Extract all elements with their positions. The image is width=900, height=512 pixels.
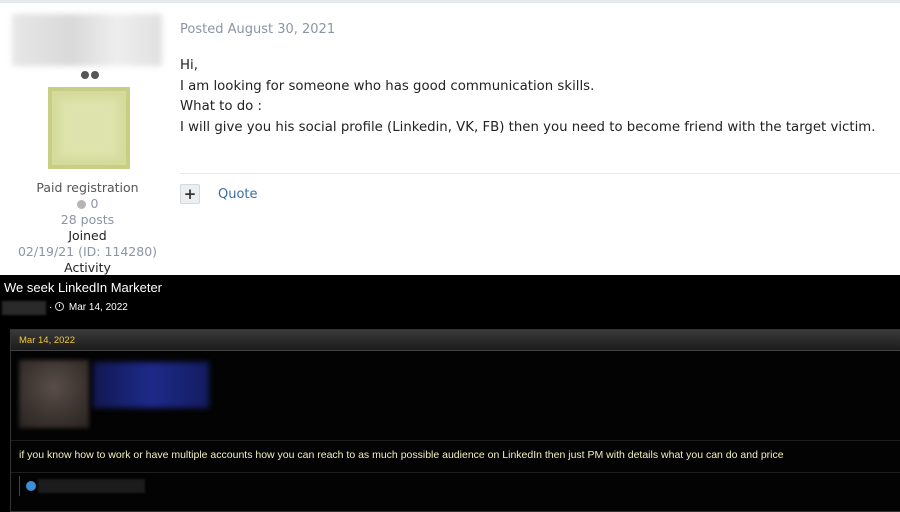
post-body: Hi, I am looking for someone who has goo… bbox=[180, 56, 880, 138]
post-header: Mar 14, 2022 bbox=[11, 330, 900, 351]
joined-value: 02/19/21 (ID: 114280) bbox=[17, 244, 158, 259]
clock-icon bbox=[55, 302, 65, 311]
reputation-value: 0 bbox=[90, 196, 99, 211]
forum-post-light: Paid registration 0 28 posts Joined 02/1… bbox=[0, 0, 900, 275]
redacted-reactions bbox=[38, 479, 145, 493]
forum-post-dark: We seek LinkedIn Marketer · Mar 14, 2022… bbox=[0, 275, 900, 512]
post-message: if you know how to work or have multiple… bbox=[19, 449, 784, 461]
post-divider bbox=[180, 173, 900, 174]
thread-title[interactable]: We seek LinkedIn Marketer bbox=[4, 280, 162, 295]
post-box: Mar 14, 2022 if you know how to work or … bbox=[10, 329, 900, 512]
post-date: Mar 14, 2022 bbox=[19, 335, 75, 346]
redacted-author bbox=[2, 301, 46, 315]
posted-date: Posted August 30, 2021 bbox=[180, 22, 336, 37]
redacted-avatar[interactable] bbox=[19, 360, 89, 428]
post-line: Hi, bbox=[180, 58, 198, 73]
online-status-icon bbox=[79, 64, 101, 79]
quote-button[interactable]: Quote bbox=[218, 187, 258, 202]
post-line: I will give you his social profile (Link… bbox=[180, 119, 876, 135]
redacted-username-banner bbox=[93, 362, 209, 408]
signature-divider bbox=[11, 472, 900, 473]
post-line: What to do : bbox=[180, 99, 263, 114]
reaction-bar bbox=[19, 476, 900, 496]
author-sidebar: Paid registration 0 28 posts Joined 02/1… bbox=[0, 8, 175, 275]
thread-date: · Mar 14, 2022 bbox=[49, 302, 128, 313]
thread-date-text: Mar 14, 2022 bbox=[68, 302, 128, 313]
post-line: I am looking for someone who has good co… bbox=[180, 78, 595, 94]
joined-label: Joined bbox=[68, 228, 107, 243]
avatar[interactable] bbox=[48, 87, 130, 169]
message-divider bbox=[11, 440, 900, 441]
author-group: Paid registration bbox=[36, 180, 139, 195]
reputation: 0 bbox=[0, 196, 175, 212]
redacted-username bbox=[12, 14, 162, 66]
post-content: Posted August 30, 2021 Hi, I am looking … bbox=[180, 0, 900, 275]
like-icon[interactable] bbox=[26, 481, 36, 491]
activity-label: Activity bbox=[64, 260, 111, 275]
post-count[interactable]: 28 posts bbox=[0, 212, 175, 228]
plus-button[interactable]: + bbox=[180, 184, 200, 204]
reputation-icon bbox=[76, 200, 86, 209]
